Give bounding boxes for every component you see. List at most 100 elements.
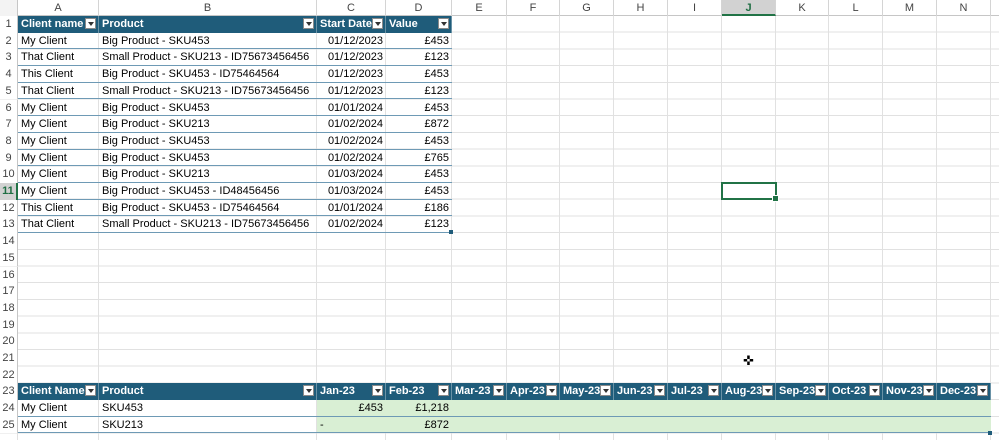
filter-dropdown-icon[interactable]	[303, 18, 314, 29]
table-cell[interactable]: £453	[317, 400, 386, 417]
row-header-22[interactable]: 22	[0, 366, 18, 384]
table-cell[interactable]: My Client	[18, 133, 99, 150]
table-cell[interactable]	[722, 400, 776, 417]
table-cell[interactable]: My Client	[18, 150, 99, 167]
table-cell[interactable]: My Client	[18, 33, 99, 50]
column-header-c[interactable]: C	[317, 0, 386, 16]
filter-dropdown-icon[interactable]	[372, 18, 383, 29]
table-cell[interactable]: Big Product - SKU213	[99, 166, 317, 183]
table2-header-cell[interactable]: Product	[99, 383, 317, 401]
table-cell[interactable]	[507, 417, 560, 434]
table-cell[interactable]: 01/01/2024	[317, 100, 386, 117]
table-resize-handle[interactable]	[988, 430, 992, 435]
filter-dropdown-icon[interactable]	[85, 18, 96, 29]
table-cell[interactable]	[507, 400, 560, 417]
table-cell[interactable]: My Client	[18, 417, 99, 434]
table-cell[interactable]: -	[317, 417, 386, 434]
column-header-e[interactable]: E	[452, 0, 507, 16]
table-cell[interactable]: £123	[386, 49, 452, 66]
table-cell[interactable]	[560, 400, 614, 417]
filter-dropdown-icon[interactable]	[977, 385, 988, 397]
row-header-3[interactable]: 3	[0, 49, 18, 67]
table-cell[interactable]: Big Product - SKU213	[99, 116, 317, 133]
row-header-12[interactable]: 12	[0, 199, 18, 217]
column-header-d[interactable]: D	[386, 0, 452, 16]
filter-dropdown-icon[interactable]	[85, 385, 96, 397]
column-header-f[interactable]: F	[507, 0, 560, 16]
table-cell[interactable]: My Client	[18, 183, 99, 200]
table-cell[interactable]: Big Product - SKU453	[99, 133, 317, 150]
filter-dropdown-icon[interactable]	[546, 385, 557, 397]
table-cell[interactable]: This Client	[18, 66, 99, 83]
row-header-25[interactable]: 25	[0, 416, 18, 434]
table2-header-cell[interactable]: Nov-23	[883, 383, 937, 401]
table-cell[interactable]: £453	[386, 33, 452, 50]
table-cell[interactable]: 01/02/2024	[317, 133, 386, 150]
table-cell[interactable]: 01/02/2024	[317, 116, 386, 133]
table-cell[interactable]: 01/12/2023	[317, 83, 386, 100]
table-cell[interactable]	[668, 417, 722, 434]
table-cell[interactable]: £186	[386, 200, 452, 217]
table-cell[interactable]: My Client	[18, 400, 99, 417]
table2-header-cell[interactable]: Mar-23	[452, 383, 507, 401]
table-cell[interactable]: Small Product - SKU213 - ID75673456456	[99, 216, 317, 233]
table-cell[interactable]: £872	[386, 417, 452, 434]
row-header-24[interactable]: 24	[0, 400, 18, 417]
table-cell[interactable]: That Client	[18, 49, 99, 66]
column-header-i[interactable]: I	[668, 0, 722, 16]
filter-dropdown-icon[interactable]	[438, 18, 449, 29]
table-cell[interactable]: 01/12/2023	[317, 49, 386, 66]
table1-header-cell[interactable]: Client name	[18, 16, 99, 33]
table-cell[interactable]: 01/03/2024	[317, 166, 386, 183]
table-cell[interactable]	[668, 400, 722, 417]
table-cell[interactable]	[452, 417, 507, 434]
row-header-6[interactable]: 6	[0, 99, 18, 117]
row-header-1[interactable]: 1	[0, 16, 18, 33]
filter-dropdown-icon[interactable]	[600, 385, 611, 397]
table2-header-cell[interactable]: May-23	[560, 383, 614, 401]
table1-header-cell[interactable]: Product	[99, 16, 317, 33]
row-header-16[interactable]: 16	[0, 266, 18, 284]
table-cell[interactable]: Big Product - SKU453 - ID48456456	[99, 183, 317, 200]
select-all-corner[interactable]	[0, 0, 18, 16]
table-cell[interactable]: £453	[386, 166, 452, 183]
table2-header-cell[interactable]: Sep-23	[776, 383, 829, 401]
table2-header-cell[interactable]: Oct-23	[829, 383, 883, 401]
table2-header-cell[interactable]: Feb-23	[386, 383, 452, 401]
row-header-13[interactable]: 13	[0, 216, 18, 234]
row-header-11[interactable]: 11	[0, 183, 18, 200]
filter-dropdown-icon[interactable]	[493, 385, 504, 397]
table2-header-cell[interactable]: Dec-23	[937, 383, 991, 401]
table-cell[interactable]: SKU213	[99, 417, 317, 434]
table-cell[interactable]	[883, 400, 937, 417]
table-cell[interactable]: Small Product - SKU213 - ID75673456456	[99, 49, 317, 66]
table-cell[interactable]	[452, 400, 507, 417]
table-cell[interactable]: My Client	[18, 166, 99, 183]
table-cell[interactable]	[560, 417, 614, 434]
column-header-m[interactable]: M	[883, 0, 937, 16]
column-header-g[interactable]: G	[560, 0, 614, 16]
table2-header-cell[interactable]: Client Name	[18, 383, 99, 401]
row-header-21[interactable]: 21	[0, 350, 18, 367]
row-header-19[interactable]: 19	[0, 316, 18, 334]
table-cell[interactable]	[937, 417, 991, 434]
filter-dropdown-icon[interactable]	[303, 385, 314, 397]
table-cell[interactable]: Big Product - SKU453	[99, 100, 317, 117]
filter-dropdown-icon[interactable]	[708, 385, 719, 397]
table-cell[interactable]: £453	[386, 66, 452, 83]
table-cell[interactable]: £453	[386, 133, 452, 150]
row-header-8[interactable]: 8	[0, 132, 18, 150]
column-header-h[interactable]: H	[614, 0, 668, 16]
table-cell[interactable]: My Client	[18, 100, 99, 117]
table-cell[interactable]	[776, 400, 829, 417]
table-cell[interactable]: Big Product - SKU453	[99, 150, 317, 167]
table-cell[interactable]: £1,218	[386, 400, 452, 417]
table-cell[interactable]	[614, 400, 668, 417]
row-header-14[interactable]: 14	[0, 233, 18, 250]
table-cell[interactable]: SKU453	[99, 400, 317, 417]
row-header-15[interactable]: 15	[0, 249, 18, 267]
column-header-n[interactable]: N	[937, 0, 991, 16]
table-cell[interactable]	[776, 417, 829, 434]
active-cell-J11[interactable]	[721, 182, 779, 202]
filter-dropdown-icon[interactable]	[815, 385, 826, 397]
